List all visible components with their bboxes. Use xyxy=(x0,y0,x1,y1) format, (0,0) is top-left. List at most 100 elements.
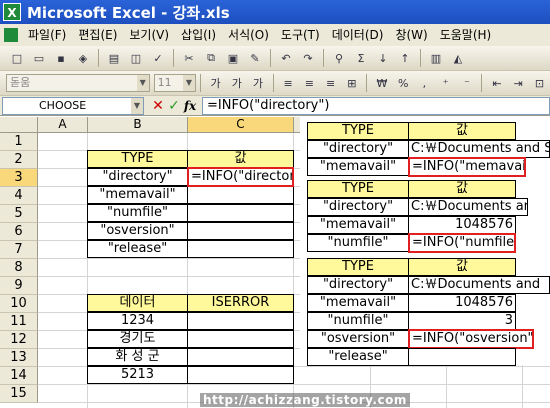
menu-insert[interactable]: 삽입(I) xyxy=(175,25,222,45)
comma-icon[interactable]: , xyxy=(416,74,433,92)
worksheet-grid[interactable]: A B C 1 2 3 4 5 6 7 8 9 10 11 12 13 14 1… xyxy=(0,117,550,408)
permission-icon[interactable]: ◈ xyxy=(74,49,92,67)
merge-center-icon[interactable]: ⊞ xyxy=(343,74,360,92)
row-header-10[interactable]: 10 xyxy=(0,295,38,313)
row-header-8[interactable]: 8 xyxy=(0,259,38,277)
data-cell[interactable]: 1234 xyxy=(87,312,188,330)
chart-wizard-icon[interactable]: ▥ xyxy=(427,49,445,67)
save-icon[interactable]: ▪ xyxy=(52,49,70,67)
workbook-icon[interactable] xyxy=(4,28,18,42)
row-header-3[interactable]: 3 xyxy=(0,169,38,187)
column-header-b[interactable]: B xyxy=(88,117,188,133)
row-header-13[interactable]: 13 xyxy=(0,349,38,367)
align-center-icon[interactable]: ≡ xyxy=(301,74,318,92)
decrease-decimal-icon[interactable]: ⁻ xyxy=(458,74,475,92)
row-header-7[interactable]: 7 xyxy=(0,241,38,259)
select-all-button[interactable] xyxy=(0,117,38,133)
row-header-11[interactable]: 11 xyxy=(0,313,38,331)
iserror-cell[interactable] xyxy=(187,348,294,366)
type-cell[interactable]: "osversion" xyxy=(87,222,188,240)
italic-icon[interactable]: 가 xyxy=(228,74,245,92)
data-cell[interactable]: 경기도 xyxy=(87,330,188,348)
menu-help[interactable]: 도움말(H) xyxy=(434,25,498,45)
row-header-9[interactable]: 9 xyxy=(0,277,38,295)
value-cell[interactable] xyxy=(187,186,294,204)
row-header-1[interactable]: 1 xyxy=(0,133,38,151)
menu-file[interactable]: 파일(F) xyxy=(22,25,72,45)
format-painter-icon[interactable]: ✎ xyxy=(246,49,264,67)
underline-icon[interactable]: 가 xyxy=(249,74,266,92)
row-header-15[interactable]: 15 xyxy=(0,385,38,403)
iserror-cell[interactable] xyxy=(187,366,294,384)
open-icon[interactable]: ▭ xyxy=(30,49,48,67)
chevron-down-icon[interactable]: ▼ xyxy=(131,97,143,114)
menu-view[interactable]: 보기(V) xyxy=(123,25,175,45)
cut-icon[interactable]: ✂ xyxy=(180,49,198,67)
print-icon[interactable]: ▤ xyxy=(105,49,123,67)
spelling-icon[interactable]: ✓ xyxy=(149,49,167,67)
row-header-5[interactable]: 5 xyxy=(0,205,38,223)
formatting-toolbar: 돋움 ▼ 11 ▼ 가 가 가 ≡ ≡ ≡ ⊞ ₩ % , ⁺ ⁻ ⇤ ⇥ ⊡ xyxy=(0,71,550,96)
currency-icon[interactable]: ₩ xyxy=(373,74,390,92)
name-box-value: CHOOSE xyxy=(39,98,87,112)
drawing-icon[interactable]: ◭ xyxy=(449,49,467,67)
name-box[interactable]: CHOOSE ▼ xyxy=(2,96,144,115)
print-preview-icon[interactable]: ◫ xyxy=(127,49,145,67)
menu-data[interactable]: 데이터(D) xyxy=(326,25,390,45)
undo-icon[interactable]: ↶ xyxy=(277,49,295,67)
insert-function-button[interactable]: fx xyxy=(182,99,198,113)
row-header-2[interactable]: 2 xyxy=(0,151,38,169)
menu-format[interactable]: 서식(O) xyxy=(222,25,275,45)
data-cell[interactable]: 5213 xyxy=(87,366,188,384)
column-header-a[interactable]: A xyxy=(38,117,88,133)
bold-icon[interactable]: 가 xyxy=(207,74,224,92)
menu-tools[interactable]: 도구(T) xyxy=(275,25,326,45)
autosum-icon[interactable]: Σ xyxy=(352,49,370,67)
data-cell[interactable]: 화 성 군 xyxy=(87,348,188,366)
decrease-indent-icon[interactable]: ⇤ xyxy=(488,74,505,92)
row-header-14[interactable]: 14 xyxy=(0,367,38,385)
cancel-icon[interactable]: ✕ xyxy=(150,98,166,114)
percent-icon[interactable]: % xyxy=(395,74,412,92)
active-cell-c3[interactable]: =INFO("directory xyxy=(187,167,294,187)
increase-decimal-icon[interactable]: ⁺ xyxy=(437,74,454,92)
chevron-down-icon[interactable]: ▼ xyxy=(182,75,195,91)
type-cell[interactable]: "directory" xyxy=(87,168,188,186)
chevron-down-icon[interactable]: ▼ xyxy=(136,75,149,91)
value-header[interactable]: 값 xyxy=(187,150,294,168)
value-cell[interactable] xyxy=(187,240,294,258)
value-cell[interactable] xyxy=(187,204,294,222)
value-cell: C:￦Documents ar xyxy=(408,198,528,216)
sort-descending-icon[interactable]: ↑ xyxy=(396,49,414,67)
borders-icon[interactable]: ⊡ xyxy=(531,74,548,92)
formula-input[interactable]: =INFO("directory") xyxy=(202,96,550,115)
font-size-select[interactable]: 11 ▼ xyxy=(153,74,196,92)
menu-edit[interactable]: 편집(E) xyxy=(72,25,123,45)
type-cell[interactable]: "numfile" xyxy=(87,204,188,222)
type-cell[interactable]: "release" xyxy=(87,240,188,258)
iserror-header[interactable]: ISERROR xyxy=(187,294,294,312)
sort-ascending-icon[interactable]: ↓ xyxy=(374,49,392,67)
column-header-c[interactable]: C xyxy=(188,117,294,133)
hyperlink-icon[interactable]: ⚲ xyxy=(330,49,348,67)
new-icon[interactable]: □ xyxy=(8,49,26,67)
font-name-select[interactable]: 돋움 ▼ xyxy=(6,74,150,92)
row-header-12[interactable]: 12 xyxy=(0,331,38,349)
value-cell[interactable] xyxy=(187,222,294,240)
toolbar-divider xyxy=(272,74,274,92)
align-right-icon[interactable]: ≡ xyxy=(322,74,339,92)
iserror-cell[interactable] xyxy=(187,312,294,330)
type-cell[interactable]: "memavail" xyxy=(87,186,188,204)
increase-indent-icon[interactable]: ⇥ xyxy=(510,74,527,92)
enter-icon[interactable]: ✓ xyxy=(166,98,182,114)
paste-icon[interactable]: ▣ xyxy=(224,49,242,67)
row-header-6[interactable]: 6 xyxy=(0,223,38,241)
menu-window[interactable]: 창(W) xyxy=(389,25,433,45)
row-header-4[interactable]: 4 xyxy=(0,187,38,205)
redo-icon[interactable]: ↷ xyxy=(299,49,317,67)
type-header[interactable]: TYPE xyxy=(87,150,188,168)
align-left-icon[interactable]: ≡ xyxy=(280,74,297,92)
copy-icon[interactable]: ⧉ xyxy=(202,49,220,67)
iserror-cell[interactable] xyxy=(187,330,294,348)
data-header[interactable]: 데이터 xyxy=(87,294,188,312)
